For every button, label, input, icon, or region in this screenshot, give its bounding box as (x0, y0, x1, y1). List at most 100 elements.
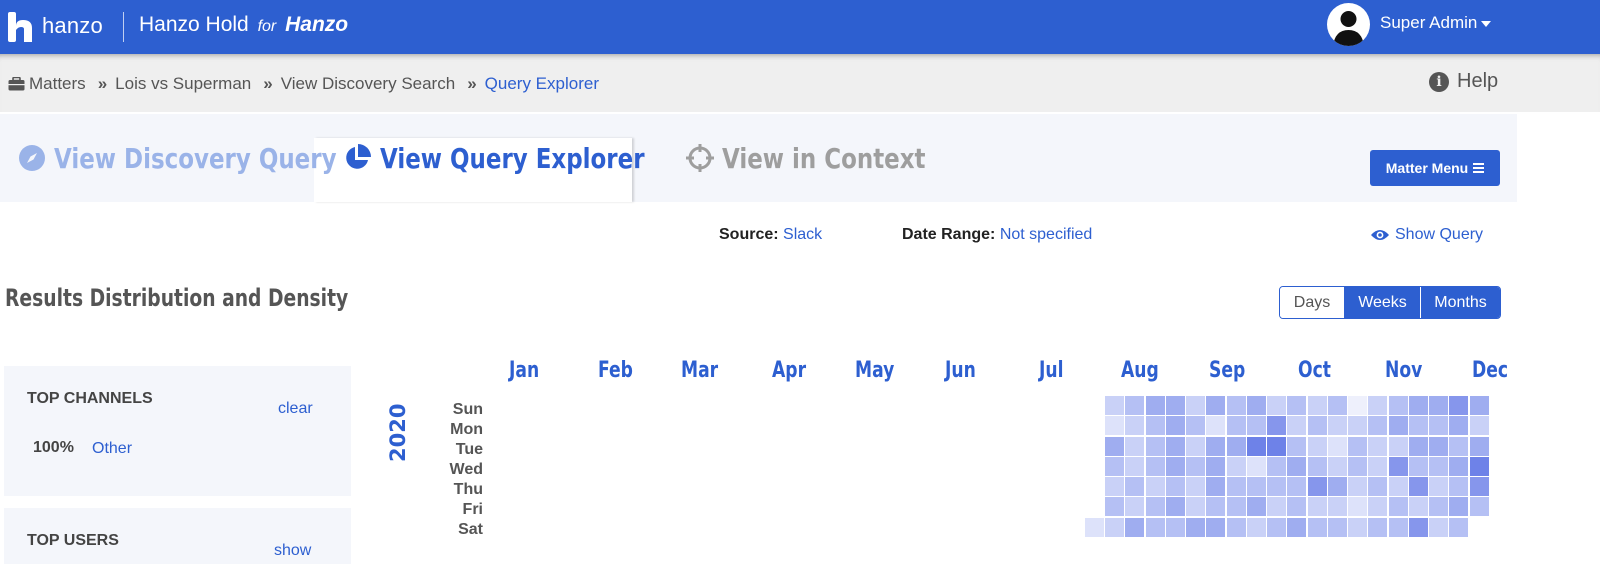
heatmap-cell[interactable] (1429, 477, 1448, 496)
heatmap-cell[interactable] (1307, 497, 1327, 517)
heatmap-cell[interactable] (1429, 436, 1448, 456)
heatmap-cell[interactable] (1246, 436, 1266, 456)
tab-view-in-context[interactable]: View in Context (686, 114, 970, 202)
hanzo-logo-icon[interactable] (6, 10, 36, 44)
breadcrumb-query-explorer[interactable]: Query Explorer (485, 74, 599, 94)
heatmap-cell[interactable] (1327, 436, 1347, 456)
heatmap-cell[interactable] (1408, 416, 1428, 436)
heatmap-cell[interactable] (1165, 477, 1185, 496)
heatmap-cell[interactable] (1145, 456, 1165, 476)
heatmap-cell[interactable] (1307, 416, 1327, 436)
heatmap-cell[interactable] (1206, 477, 1226, 496)
heatmap-cell[interactable] (1287, 436, 1307, 456)
heatmap-cell[interactable] (1388, 517, 1408, 537)
heatmap-cell[interactable] (1368, 456, 1388, 476)
heatmap-cell[interactable] (1105, 436, 1124, 456)
heatmap-cell[interactable] (1388, 436, 1408, 456)
heatmap-cell[interactable] (1408, 456, 1428, 476)
heatmap-cell[interactable] (1449, 396, 1469, 415)
heatmap-cell[interactable] (1408, 497, 1428, 517)
heatmap-cell[interactable] (1246, 517, 1266, 537)
heatmap-cell[interactable] (1145, 497, 1165, 517)
heatmap-cell[interactable] (1469, 396, 1489, 415)
heatmap-cell[interactable] (1287, 416, 1307, 436)
heatmap-cell[interactable] (1267, 517, 1286, 537)
heatmap-cell[interactable] (1105, 396, 1124, 415)
heatmap-cell[interactable] (1348, 456, 1367, 476)
heatmap-cell[interactable] (1165, 436, 1185, 456)
heatmap-cell[interactable] (1267, 416, 1286, 436)
heatmap-cell[interactable] (1145, 416, 1165, 436)
heatmap-cell[interactable] (1449, 497, 1469, 517)
tab-view-query-explorer[interactable]: View Query Explorer (342, 114, 703, 202)
heatmap-cell[interactable] (1348, 477, 1367, 496)
heatmap-cell[interactable] (1226, 396, 1246, 415)
clear-link[interactable]: clear (278, 400, 313, 418)
heatmap-cell[interactable] (1368, 436, 1388, 456)
heatmap-cell[interactable] (1206, 436, 1226, 456)
heatmap-cell[interactable] (1429, 416, 1448, 436)
heatmap-cell[interactable] (1327, 416, 1347, 436)
heatmap-cell[interactable] (1449, 436, 1469, 456)
months-button[interactable]: Months (1420, 287, 1500, 318)
heatmap-cell[interactable] (1125, 416, 1145, 436)
heatmap-cell[interactable] (1348, 396, 1367, 415)
heatmap-cell[interactable] (1307, 477, 1327, 496)
heatmap-cell[interactable] (1125, 396, 1145, 415)
heatmap-cell[interactable] (1307, 517, 1327, 537)
heatmap-cell[interactable] (1287, 497, 1307, 517)
heatmap-cell[interactable] (1429, 517, 1448, 537)
date-range-value[interactable]: Not specified (1000, 226, 1093, 243)
heatmap-cell[interactable] (1388, 416, 1408, 436)
heatmap-cell[interactable] (1287, 456, 1307, 476)
help-link[interactable]: i Help (1429, 70, 1498, 93)
heatmap-cell[interactable] (1186, 517, 1205, 537)
heatmap-cell[interactable] (1267, 497, 1286, 517)
heatmap-cell[interactable] (1186, 456, 1205, 476)
show-query-link[interactable]: Show Query (1370, 226, 1483, 244)
heatmap-cell[interactable] (1226, 477, 1246, 496)
heatmap-cell[interactable] (1429, 396, 1448, 415)
heatmap-cell[interactable] (1105, 456, 1124, 476)
heatmap-cell[interactable] (1449, 416, 1469, 436)
heatmap-cell[interactable] (1125, 477, 1145, 496)
heatmap-cell[interactable] (1307, 456, 1327, 476)
heatmap-cell[interactable] (1125, 456, 1145, 476)
heatmap-cell[interactable] (1469, 477, 1489, 496)
heatmap-cell[interactable] (1186, 497, 1205, 517)
heatmap-cell[interactable] (1348, 497, 1367, 517)
heatmap-cell[interactable] (1348, 436, 1367, 456)
heatmap-cell[interactable] (1125, 436, 1145, 456)
heatmap-cell[interactable] (1186, 396, 1205, 415)
heatmap-cell[interactable] (1327, 396, 1347, 415)
heatmap-cell[interactable] (1469, 416, 1489, 436)
heatmap-cell[interactable] (1408, 436, 1428, 456)
heatmap-cell[interactable] (1469, 497, 1489, 517)
heatmap-cell[interactable] (1145, 436, 1165, 456)
heatmap-cell[interactable] (1388, 456, 1408, 476)
heatmap-cell[interactable] (1429, 497, 1448, 517)
heatmap-cell[interactable] (1246, 497, 1266, 517)
heatmap-cell[interactable] (1105, 416, 1124, 436)
heatmap-cell[interactable] (1226, 517, 1246, 537)
heatmap-cell[interactable] (1368, 477, 1388, 496)
heatmap-cell[interactable] (1186, 477, 1205, 496)
breadcrumb-matters[interactable]: Matters (29, 74, 86, 94)
heatmap-cell[interactable] (1246, 477, 1266, 496)
heatmap-cell[interactable] (1145, 477, 1165, 496)
heatmap-cell[interactable] (1186, 436, 1205, 456)
heatmap-cell[interactable] (1226, 436, 1246, 456)
heatmap-cell[interactable] (1206, 497, 1226, 517)
heatmap-cell[interactable] (1226, 497, 1246, 517)
heatmap-cell[interactable] (1246, 456, 1266, 476)
heatmap-cell[interactable] (1145, 517, 1165, 537)
heatmap-cell[interactable] (1206, 517, 1226, 537)
user-menu-toggle[interactable]: Super Admin (1380, 13, 1492, 33)
heatmap-cell[interactable] (1388, 497, 1408, 517)
heatmap-cell[interactable] (1388, 396, 1408, 415)
avatar[interactable] (1327, 3, 1370, 46)
heatmap-cell[interactable] (1327, 477, 1347, 496)
heatmap-cell[interactable] (1206, 456, 1226, 476)
heatmap-cell[interactable] (1388, 477, 1408, 496)
heatmap-cell[interactable] (1449, 477, 1469, 496)
